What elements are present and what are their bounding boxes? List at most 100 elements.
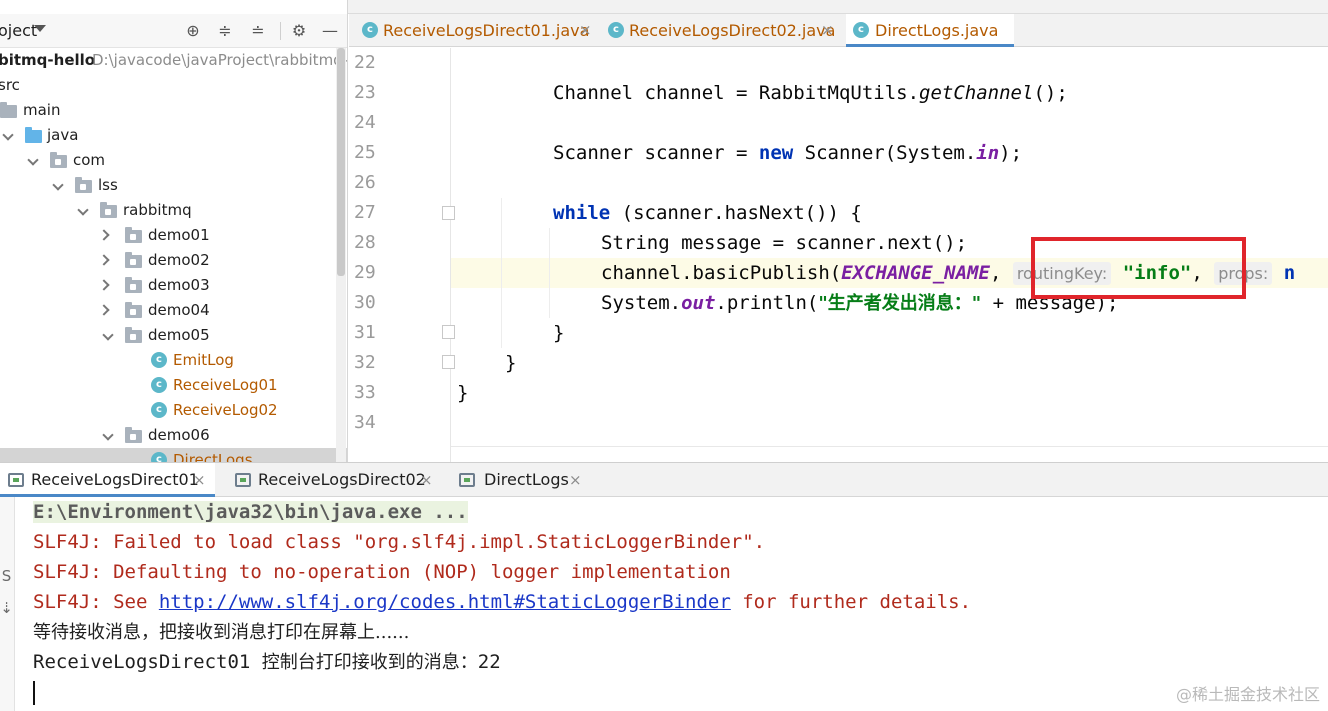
java-class-icon: c: [151, 452, 167, 462]
tree-item-label: main: [23, 101, 61, 119]
scroll-to-end-icon[interactable]: ⇣: [0, 599, 13, 617]
tab-label: ReceiveLogsDirect02.java: [629, 21, 836, 40]
close-icon[interactable]: ×: [579, 14, 592, 47]
chevron-right-icon[interactable]: [98, 279, 110, 291]
locate-target-icon[interactable]: ⊕: [183, 21, 203, 41]
close-icon[interactable]: ×: [821, 14, 834, 47]
code-line-27: while (scanner.hasNext()) {: [553, 202, 862, 224]
line-number: 30: [354, 292, 376, 313]
chevron-down-icon[interactable]: [102, 429, 114, 441]
code-line-33: }: [457, 382, 469, 404]
editor-tab-bar: c ReceiveLogsDirect01.java × c ReceiveLo…: [349, 14, 1328, 47]
tree-item-label: demo06: [148, 426, 210, 444]
tab-label: DirectLogs: [484, 470, 569, 489]
line-number: 29: [354, 262, 376, 283]
package-icon: [125, 227, 142, 243]
code-line-28: String message = scanner.next();: [601, 232, 968, 254]
run-console-icon: [235, 473, 251, 487]
tab-directlogs-java[interactable]: c DirectLogs.java: [846, 14, 1014, 47]
tree-item-label: ReceiveLog02: [173, 401, 278, 419]
code-line-32: }: [505, 352, 517, 374]
collapse-all-icon[interactable]: ≐: [248, 21, 268, 41]
toolbar-divider: [280, 22, 281, 40]
tree-scrollbar-thumb[interactable]: [337, 48, 345, 276]
java-class-icon: c: [853, 22, 869, 38]
gear-icon[interactable]: ⚙: [289, 21, 309, 41]
close-icon[interactable]: ×: [193, 463, 206, 497]
tree-item-label: java: [47, 126, 79, 144]
tab-run-directlogs[interactable]: DirectLogs ×: [455, 463, 595, 497]
run-side-toolbar: S ⇣: [0, 497, 15, 711]
soft-wrap-icon[interactable]: S: [0, 567, 13, 585]
project-view-title[interactable]: oject: [0, 21, 37, 40]
console-output[interactable]: E:\Environment\java32\bin\java.exe ... S…: [16, 497, 1328, 711]
chevron-down-icon[interactable]: [77, 204, 89, 216]
tree-item-label: EmitLog: [173, 351, 234, 369]
tab-receivelogsdirect01-java[interactable]: c ReceiveLogsDirect01.java ×: [357, 14, 593, 47]
line-number: 31: [354, 322, 376, 343]
chevron-down-icon[interactable]: [34, 25, 46, 32]
editor-horizontal-scrollbar[interactable]: [451, 446, 1328, 462]
project-toolbar: oject ⊕ ≑ ≐ ⚙ —: [0, 14, 347, 48]
close-icon[interactable]: ×: [420, 463, 433, 497]
chevron-down-icon[interactable]: [27, 154, 39, 166]
line-number-gutter[interactable]: 22 23 24 25 26 27 28 29 30 31 32 33 34: [349, 48, 451, 462]
console-line-error: SLF4J: Defaulting to no-operation (NOP) …: [33, 561, 731, 583]
tab-label: ReceiveLogsDirect02: [258, 470, 426, 489]
chevron-right-icon[interactable]: [98, 229, 110, 241]
java-class-icon: c: [151, 402, 167, 418]
package-icon: [125, 427, 142, 443]
java-class-icon: c: [151, 352, 167, 368]
chevron-right-icon[interactable]: [98, 304, 110, 316]
expand-all-icon[interactable]: ≑: [215, 21, 235, 41]
code-line-25: Scanner scanner = new Scanner(System.in)…: [553, 142, 1023, 164]
package-icon: [125, 252, 142, 268]
tab-run-receivelogsdirect01[interactable]: ReceiveLogsDirect01 ×: [0, 463, 215, 497]
root-path: D:\javacode\javaProject\rabbitmq-: [92, 51, 348, 69]
chevron-down-icon[interactable]: [2, 129, 14, 141]
java-class-icon: c: [151, 377, 167, 393]
console-line-command: E:\Environment\java32\bin\java.exe ...: [33, 501, 468, 523]
tab-run-receivelogsdirect02[interactable]: ReceiveLogsDirect02 ×: [227, 463, 447, 497]
line-number: 24: [354, 112, 376, 133]
tree-item-label: lss: [98, 176, 118, 194]
tab-receivelogsdirect02-java[interactable]: c ReceiveLogsDirect02.java ×: [603, 14, 839, 47]
tree-item-label: demo05: [148, 326, 210, 344]
package-icon: [125, 302, 142, 318]
code-editor[interactable]: 22 23 24 25 26 27 28 29 30 31 32 33 34 C…: [349, 48, 1328, 462]
chevron-down-icon[interactable]: [102, 329, 114, 341]
close-icon[interactable]: ×: [569, 463, 582, 497]
line-number: 23: [354, 82, 376, 103]
indent-guide: [501, 198, 502, 348]
console-line-error: SLF4J: Failed to load class "org.slf4j.i…: [33, 531, 766, 553]
line-number: 32: [354, 352, 376, 373]
tree-item-label: com: [73, 151, 106, 169]
package-icon: [125, 277, 142, 293]
run-console-icon: [8, 473, 24, 487]
tree-item-label: demo04: [148, 301, 210, 319]
fold-marker-icon[interactable]: [442, 325, 455, 339]
chevron-right-icon[interactable]: [98, 254, 110, 266]
package-icon: [125, 327, 142, 343]
tree-item-label: DirectLogs: [173, 451, 253, 462]
console-line-received: ReceiveLogsDirect01 控制台打印接收到的消息：22: [33, 651, 501, 673]
watermark: @稀土掘金技术社区: [1175, 685, 1320, 704]
tree-item-label: rabbitmq: [123, 201, 192, 219]
slf4j-docs-link[interactable]: http://www.slf4j.org/codes.html#StaticLo…: [159, 591, 731, 613]
line-number: 22: [354, 52, 376, 73]
fold-marker-icon[interactable]: [442, 206, 455, 220]
tab-label: DirectLogs.java: [875, 21, 999, 40]
line-number: 33: [354, 382, 376, 403]
tree-item-label: ReceiveLog01: [173, 376, 278, 394]
package-icon: [100, 202, 117, 218]
folder-icon: [0, 102, 17, 118]
tab-label: ReceiveLogsDirect01.java: [383, 21, 590, 40]
line-number: 34: [354, 412, 376, 433]
hide-panel-icon[interactable]: —: [320, 21, 340, 41]
fold-marker-icon[interactable]: [442, 355, 455, 369]
project-panel: oject ⊕ ≑ ≐ ⚙ — bitmq-hello D:\javacode\…: [0, 0, 348, 462]
java-class-icon: c: [362, 22, 378, 38]
chevron-down-icon[interactable]: [52, 179, 64, 191]
java-class-icon: c: [608, 22, 624, 38]
line-number: 28: [354, 232, 376, 253]
